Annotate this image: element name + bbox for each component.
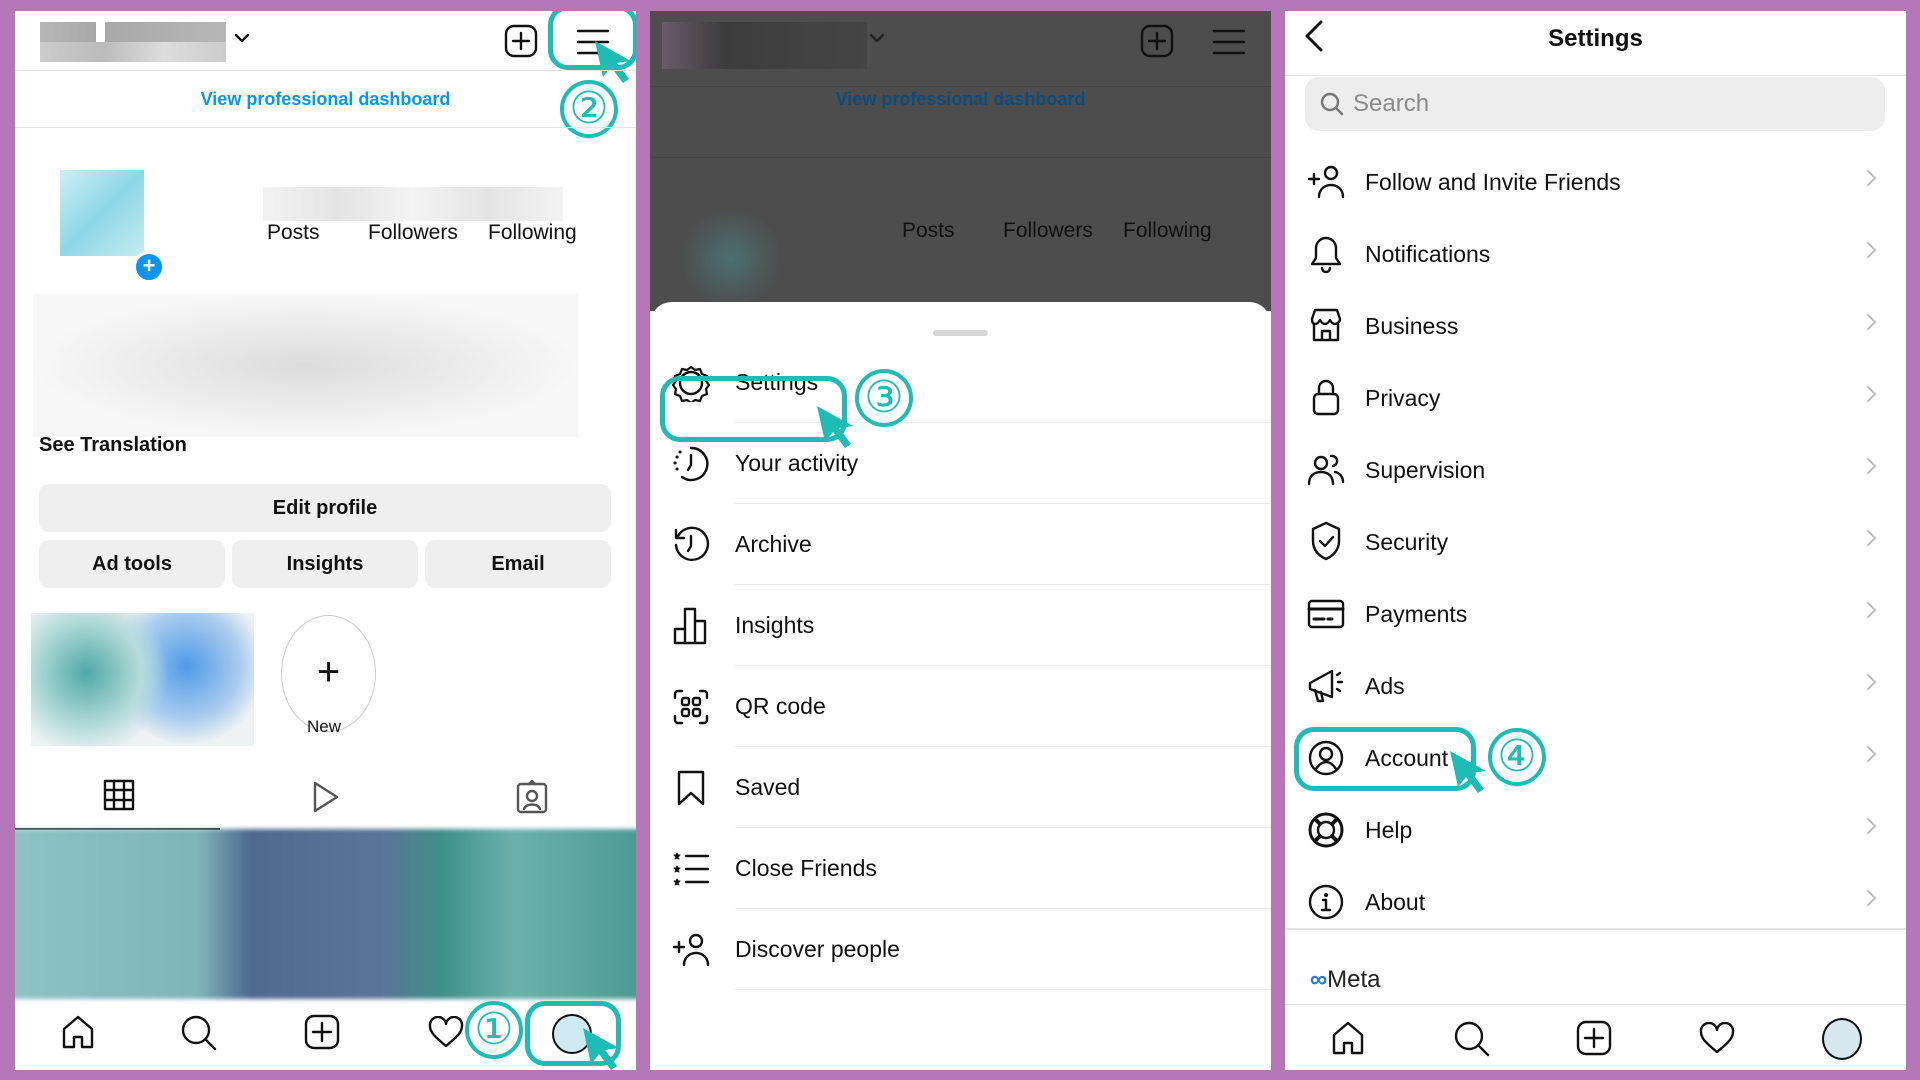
- page-title: Settings: [1548, 25, 1643, 52]
- stat-followers[interactable]: Followers: [368, 221, 458, 245]
- menu-item-close-friends[interactable]: Close Friends: [650, 828, 1271, 909]
- settings-item-security[interactable]: Security: [1285, 506, 1906, 578]
- info-icon: [1308, 884, 1344, 920]
- card-icon: [1307, 599, 1345, 629]
- lock-icon: [1312, 379, 1340, 416]
- tagged-tab-icon[interactable]: [515, 779, 549, 815]
- menu-screen: View professional dashboard + Posts Foll…: [650, 11, 1271, 1070]
- bookmark-icon: [677, 770, 705, 806]
- dimmed-profile-overlay[interactable]: View professional dashboard + Posts Foll…: [650, 11, 1271, 336]
- chevron-right-icon: [1859, 241, 1877, 259]
- store-icon: [1310, 308, 1342, 342]
- chevron-right-icon: [1859, 889, 1877, 907]
- chevron-right-icon: [1859, 169, 1877, 187]
- profile-avatar[interactable]: [60, 170, 144, 256]
- add-person-icon: [672, 933, 710, 967]
- settings-search-input[interactable]: Search: [1305, 77, 1885, 131]
- activity-icon: [673, 446, 709, 482]
- chevron-right-icon: [1859, 745, 1877, 763]
- menu-item-saved[interactable]: Saved: [650, 747, 1271, 828]
- settings-item-business[interactable]: Business: [1285, 290, 1906, 362]
- search-icon[interactable]: [180, 1014, 218, 1052]
- username-blurred-row: [40, 42, 226, 62]
- edit-profile-button[interactable]: Edit profile: [39, 484, 611, 532]
- close-friends-icon: [673, 852, 710, 886]
- profile-screen: ② View professional dashboard + Posts Fo…: [15, 11, 636, 1070]
- home-icon[interactable]: [60, 1014, 96, 1050]
- step-3-marker: ③: [855, 369, 913, 427]
- step-4-marker: ④: [1488, 728, 1546, 786]
- create-post-icon[interactable]: [1576, 1020, 1612, 1056]
- search-icon[interactable]: [1453, 1020, 1491, 1058]
- create-post-icon: [1140, 24, 1174, 58]
- chevron-right-icon: [1859, 529, 1877, 547]
- ad-tools-button[interactable]: Ad tools: [39, 540, 225, 588]
- pointer-cursor-icon: [583, 1028, 619, 1070]
- highlight-story-blurred[interactable]: [31, 613, 254, 746]
- shield-icon: [1311, 521, 1341, 561]
- new-highlight-button[interactable]: +: [281, 615, 376, 732]
- stats-counts-blurred: [263, 187, 563, 221]
- grid-tab-icon[interactable]: [103, 779, 135, 811]
- step-1-marker: ①: [465, 1001, 523, 1059]
- professional-dashboard-link: View professional dashboard: [835, 89, 1086, 109]
- bell-icon: [1310, 236, 1342, 273]
- settings-item-supervision[interactable]: Supervision: [1285, 434, 1906, 506]
- qr-code-icon: [673, 689, 709, 725]
- chevron-down-icon[interactable]: [233, 31, 251, 45]
- chevron-right-icon: [1859, 601, 1877, 619]
- lifebuoy-icon: [1308, 812, 1344, 848]
- chevron-right-icon: [1859, 673, 1877, 691]
- professional-dashboard-link[interactable]: View professional dashboard: [15, 89, 636, 110]
- see-translation-link[interactable]: See Translation: [39, 434, 187, 457]
- menu-item-archive[interactable]: Archive: [650, 504, 1271, 585]
- menu-item-insights[interactable]: Insights: [650, 585, 1271, 666]
- profile-tab-avatar[interactable]: [1822, 1018, 1862, 1060]
- create-post-icon[interactable]: [304, 1014, 340, 1050]
- settings-item-privacy[interactable]: Privacy: [1285, 362, 1906, 434]
- settings-item-payments[interactable]: Payments: [1285, 578, 1906, 650]
- hamburger-menu-icon: [1212, 29, 1246, 55]
- posts-grid-blurred[interactable]: [15, 829, 636, 999]
- insights-button[interactable]: Insights: [232, 540, 418, 588]
- settings-item-follow-invite[interactable]: Follow and Invite Friends: [1285, 146, 1906, 218]
- chevron-right-icon: [1859, 457, 1877, 475]
- supervision-icon: [1307, 454, 1345, 486]
- menu-item-qr-code[interactable]: QR code: [650, 666, 1271, 747]
- add-person-icon: [1307, 165, 1345, 199]
- meta-infinity-icon: ∞: [1310, 966, 1328, 993]
- stat-following[interactable]: Following: [488, 221, 577, 245]
- chevron-right-icon: [1859, 385, 1877, 403]
- reels-tab-icon[interactable]: [311, 779, 341, 815]
- settings-item-ads[interactable]: Ads: [1285, 650, 1906, 722]
- settings-screen: Settings Search Follow and Invite Friend…: [1285, 11, 1906, 1070]
- stat-posts: Posts: [902, 219, 955, 242]
- bottom-nav: [1285, 1006, 1906, 1070]
- megaphone-icon: [1308, 669, 1344, 703]
- chevron-right-icon: [1859, 313, 1877, 331]
- add-story-badge[interactable]: +: [133, 251, 165, 283]
- chevron-down-icon: [869, 33, 885, 43]
- create-post-icon[interactable]: [504, 24, 538, 58]
- bio-blurred: [33, 294, 578, 437]
- settings-item-notifications[interactable]: Notifications: [1285, 218, 1906, 290]
- meta-logo: ∞Meta: [1310, 966, 1381, 993]
- stat-following: Following: [1123, 219, 1212, 242]
- heart-icon[interactable]: [428, 1016, 464, 1048]
- stat-followers: Followers: [1003, 219, 1093, 242]
- archive-icon: [674, 526, 710, 561]
- new-highlight-label: New: [307, 717, 342, 736]
- username-blurred: [662, 22, 867, 69]
- settings-item-help[interactable]: Help: [1285, 794, 1906, 866]
- email-button[interactable]: Email: [425, 540, 611, 588]
- chevron-right-icon: [1859, 817, 1877, 835]
- heart-icon[interactable]: [1699, 1022, 1735, 1054]
- home-icon[interactable]: [1330, 1020, 1366, 1056]
- profile-avatar: [682, 206, 780, 311]
- stat-posts[interactable]: Posts: [267, 221, 320, 245]
- sheet-grab-handle[interactable]: [933, 330, 988, 336]
- insights-icon: [673, 607, 707, 645]
- menu-item-discover-people[interactable]: Discover people: [650, 909, 1271, 990]
- search-icon: [1320, 92, 1344, 116]
